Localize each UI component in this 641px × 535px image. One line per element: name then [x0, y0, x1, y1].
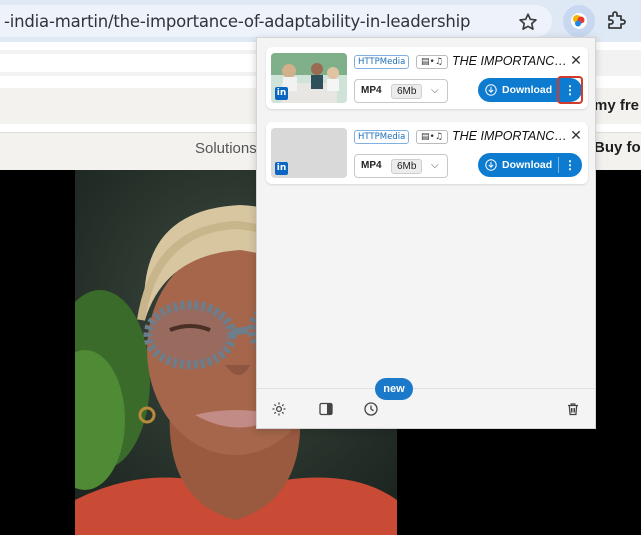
chevron-down-icon: ⌵	[431, 160, 439, 171]
video-thumbnail[interactable]: in	[271, 128, 347, 178]
media-title: THE IMPORTANCE ...	[452, 54, 568, 68]
source-badge: HTTPMedia	[354, 55, 410, 69]
downloader-popup: in HTTPMedia ▤•♫ THE IMPORTANCE ... ✕ MP…	[256, 37, 596, 429]
linkedin-icon: in	[275, 87, 288, 100]
format-select[interactable]: MP4 6Mb ⌵	[354, 154, 448, 178]
size-badge: 6Mb	[391, 84, 423, 99]
media-title: THE IMPORTANCE ...	[452, 129, 568, 143]
more-options-button[interactable]: ⋮	[557, 76, 583, 104]
linkedin-icon: in	[275, 162, 288, 175]
banner-partial-text[interactable]: my fre	[594, 97, 639, 114]
size-badge: 6Mb	[391, 159, 423, 174]
nav-solutions-link[interactable]: Solutions	[195, 140, 257, 157]
video-downloader-extension-icon	[571, 13, 587, 29]
url-text[interactable]: -india-martin/the-importance-of-adaptabi…	[4, 12, 471, 31]
download-label: Download	[502, 84, 553, 96]
download-button[interactable]: Download ⋮	[478, 76, 583, 104]
trash-icon[interactable]	[565, 401, 581, 417]
video-audio-type-icon: ▤•♫	[416, 130, 448, 144]
format-label: MP4	[361, 85, 382, 96]
history-clock-icon[interactable]	[363, 401, 379, 417]
extensions-puzzle-icon[interactable]	[604, 8, 628, 32]
download-icon	[485, 159, 497, 171]
close-icon[interactable]: ✕	[569, 128, 583, 142]
address-bar[interactable]: -india-martin/the-importance-of-adaptabi…	[0, 5, 552, 37]
extension-button[interactable]	[563, 5, 595, 37]
popup-footer: new	[257, 378, 595, 428]
video-thumbnail[interactable]: in	[271, 53, 347, 103]
bookmark-star-icon[interactable]	[517, 11, 539, 33]
settings-gear-icon[interactable]	[271, 401, 287, 417]
download-button[interactable]: Download ⋮	[478, 153, 582, 177]
download-icon	[485, 84, 497, 96]
source-badge: HTTPMedia	[354, 130, 410, 144]
browser-toolbar: -india-martin/the-importance-of-adaptabi…	[0, 0, 641, 42]
media-item: in HTTPMedia ▤•♫ THE IMPORTANCE ... ✕ MP…	[266, 122, 588, 184]
chevron-down-icon: ⌵	[431, 85, 439, 96]
media-item: in HTTPMedia ▤•♫ THE IMPORTANCE ... ✕ MP…	[266, 47, 588, 109]
new-badge: new	[375, 378, 413, 400]
nav-buy-partial-text[interactable]: Buy fo	[594, 139, 641, 156]
more-options-button[interactable]: ⋮	[558, 153, 582, 177]
format-select[interactable]: MP4 6Mb ⌵	[354, 79, 448, 103]
download-label: Download	[502, 159, 553, 171]
video-audio-type-icon: ▤•♫	[416, 55, 448, 69]
close-icon[interactable]: ✕	[569, 53, 583, 67]
sidebar-panel-icon[interactable]	[318, 401, 334, 417]
format-label: MP4	[361, 160, 382, 171]
